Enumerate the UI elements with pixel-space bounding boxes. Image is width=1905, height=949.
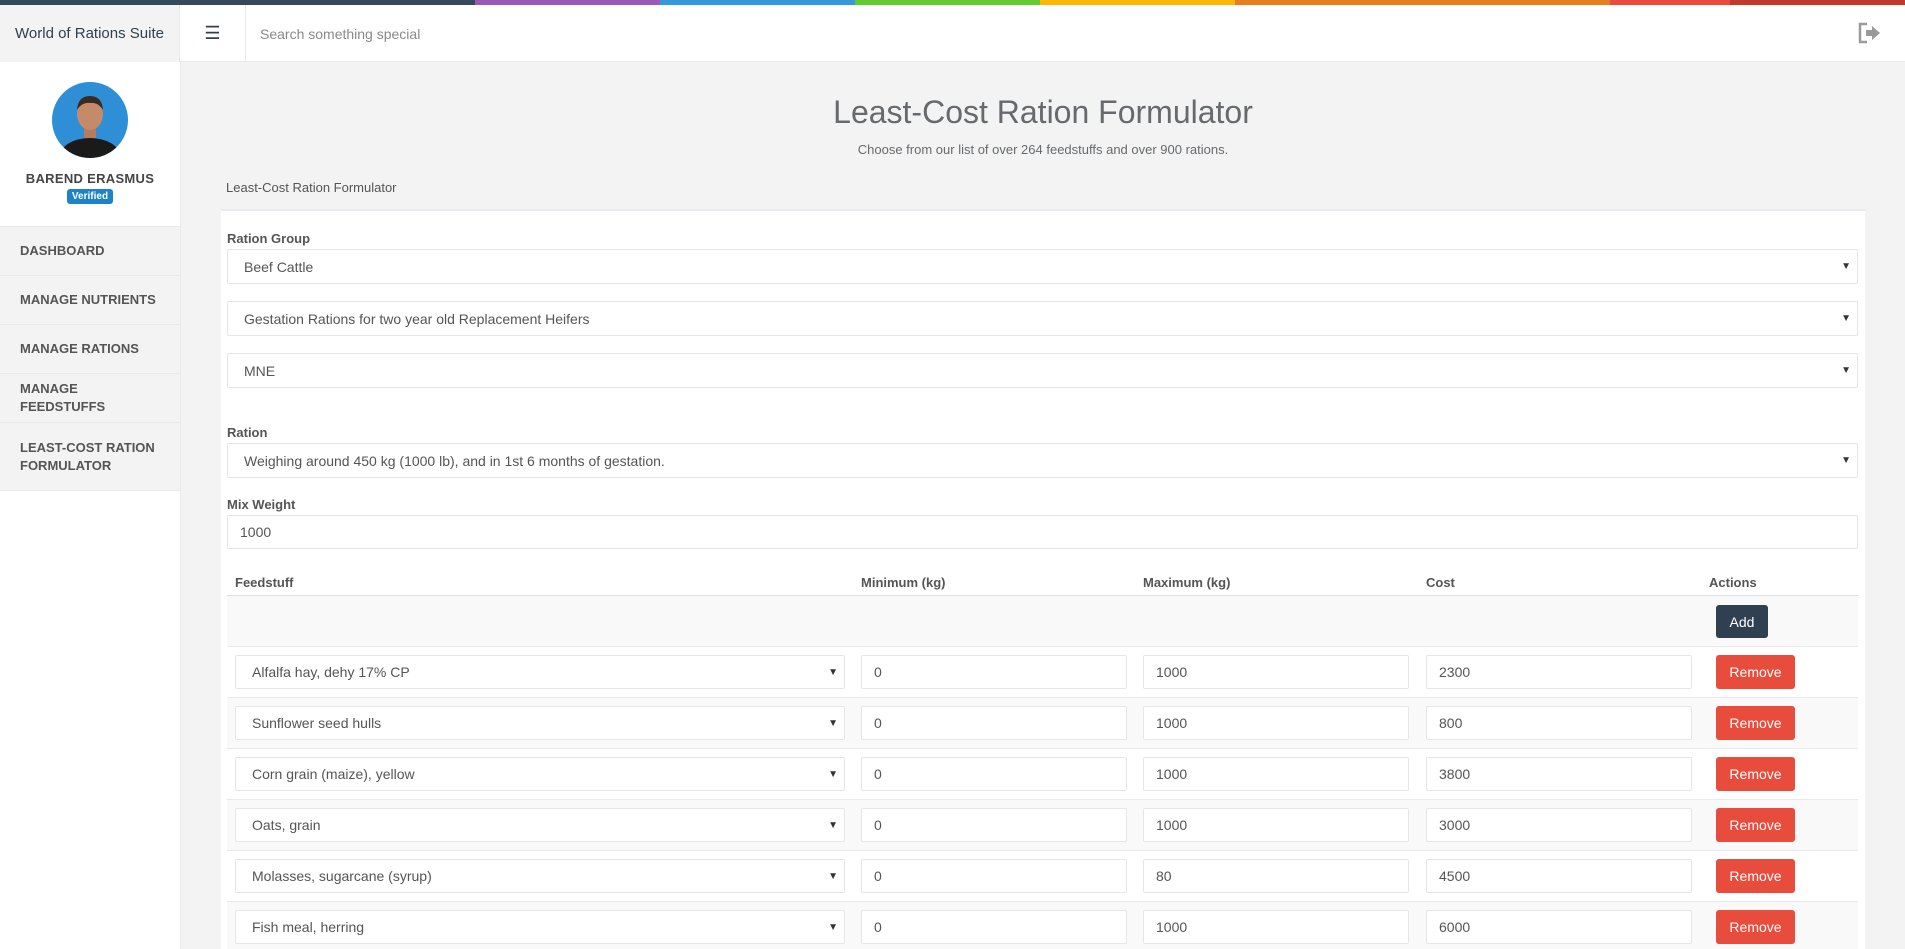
- ration-value: Weighing around 450 kg (1000 lb), and in…: [244, 452, 665, 469]
- add-button[interactable]: Add: [1716, 605, 1768, 638]
- col-header-actions: Actions: [1709, 575, 1757, 590]
- feedstuff-value: Corn grain (maize), yellow: [252, 766, 415, 782]
- caret-down-icon: ▼: [828, 769, 838, 780]
- feedstuff-select[interactable]: Molasses, sugarcane (syrup) ▼: [235, 859, 845, 893]
- feedstuff-select[interactable]: Alfalfa hay, dehy 17% CP ▼: [235, 655, 845, 689]
- maximum-input[interactable]: [1143, 757, 1409, 791]
- profile-block: BAREND ERASMUS Verified: [0, 62, 180, 227]
- caret-down-icon: ▼: [828, 667, 838, 678]
- main-content: Least-Cost Ration Formulator Choose from…: [181, 62, 1905, 949]
- ration-group-select[interactable]: Beef Cattle ▼: [227, 249, 1858, 284]
- feedstuff-select[interactable]: Oats, grain ▼: [235, 808, 845, 842]
- remove-button[interactable]: Remove: [1716, 757, 1795, 791]
- ration-label: Ration: [227, 425, 268, 440]
- col-header-minimum: Minimum (kg): [861, 575, 946, 590]
- col-header-feedstuff: Feedstuff: [235, 575, 294, 590]
- caret-down-icon: ▼: [1841, 313, 1851, 324]
- maximum-input[interactable]: [1143, 808, 1409, 842]
- maximum-input[interactable]: [1143, 859, 1409, 893]
- avatar[interactable]: [52, 82, 128, 158]
- table-row: Corn grain (maize), yellow ▼ Remove: [227, 749, 1858, 800]
- col-header-cost: Cost: [1426, 575, 1455, 590]
- hamburger-icon[interactable]: ☰: [180, 5, 246, 62]
- nav-item-manage-rations[interactable]: MANAGE RATIONS: [0, 325, 180, 374]
- caret-down-icon: ▼: [1841, 455, 1851, 466]
- cost-input[interactable]: [1426, 808, 1692, 842]
- minimum-input[interactable]: [861, 655, 1127, 689]
- cost-input[interactable]: [1426, 757, 1692, 791]
- sidebar: BAREND ERASMUS Verified DASHBOARD MANAGE…: [0, 62, 181, 949]
- verified-badge: Verified: [66, 189, 114, 204]
- nav-item-manage-nutrients[interactable]: MANAGE NUTRIENTS: [0, 276, 180, 325]
- profile-name: BAREND ERASMUS: [25, 171, 155, 186]
- remove-button[interactable]: Remove: [1716, 808, 1795, 842]
- remove-button[interactable]: Remove: [1716, 655, 1795, 689]
- nav-item-least-cost-formulator[interactable]: LEAST-COST RATION FORMULATOR: [0, 423, 180, 491]
- remove-button[interactable]: Remove: [1716, 706, 1795, 740]
- cost-input[interactable]: [1426, 655, 1692, 689]
- ration-subgroup-value: Gestation Rations for two year old Repla…: [244, 310, 590, 327]
- page-subtitle: Choose from our list of over 264 feedstu…: [857, 142, 1229, 157]
- caret-down-icon: ▼: [828, 871, 838, 882]
- minimum-input[interactable]: [861, 757, 1127, 791]
- ration-select[interactable]: Weighing around 450 kg (1000 lb), and in…: [227, 443, 1858, 478]
- cost-input[interactable]: [1426, 859, 1692, 893]
- minimum-input[interactable]: [861, 706, 1127, 740]
- unit-select[interactable]: MNE ▼: [227, 353, 1858, 388]
- search-input[interactable]: [260, 19, 1160, 49]
- maximum-input[interactable]: [1143, 655, 1409, 689]
- mix-weight-input[interactable]: [227, 515, 1858, 549]
- breadcrumb: Least-Cost Ration Formulator: [226, 180, 397, 195]
- caret-down-icon: ▼: [828, 820, 838, 831]
- caret-down-icon: ▼: [828, 922, 838, 933]
- caret-down-icon: ▼: [1841, 365, 1851, 376]
- feedstuff-value: Molasses, sugarcane (syrup): [252, 868, 432, 884]
- table-row: Molasses, sugarcane (syrup) ▼ Remove: [227, 851, 1858, 902]
- minimum-input[interactable]: [861, 910, 1127, 944]
- feedstuff-value: Alfalfa hay, dehy 17% CP: [252, 664, 410, 680]
- feedstuff-value: Oats, grain: [252, 817, 321, 833]
- minimum-input[interactable]: [861, 808, 1127, 842]
- table-row: Fish meal, herring ▼ Remove: [227, 902, 1858, 949]
- remove-button[interactable]: Remove: [1716, 859, 1795, 893]
- caret-down-icon: ▼: [1841, 261, 1851, 272]
- top-navbar: World of Rations Suite ☰: [0, 5, 1905, 62]
- maximum-input[interactable]: [1143, 910, 1409, 944]
- caret-down-icon: ▼: [828, 718, 838, 729]
- table-row: Alfalfa hay, dehy 17% CP ▼ Remove: [227, 647, 1858, 698]
- feedstuff-value: Sunflower seed hulls: [252, 715, 382, 731]
- table-row: Sunflower seed hulls ▼ Remove: [227, 698, 1858, 749]
- brand-title[interactable]: World of Rations Suite: [0, 5, 180, 62]
- nav-item-dashboard[interactable]: DASHBOARD: [0, 227, 180, 276]
- page-title: Least-Cost Ration Formulator: [833, 94, 1253, 130]
- feedstuff-select[interactable]: Sunflower seed hulls ▼: [235, 706, 845, 740]
- ration-group-value: Beef Cattle: [244, 258, 314, 275]
- sign-out-icon[interactable]: [1857, 21, 1883, 45]
- ration-group-label: Ration Group: [227, 231, 311, 246]
- formulator-panel: Ration Group Beef Cattle ▼ Gestation Rat…: [221, 209, 1865, 949]
- feedstuff-select[interactable]: Fish meal, herring ▼: [235, 910, 845, 944]
- unit-value: MNE: [244, 362, 276, 379]
- cost-input[interactable]: [1426, 910, 1692, 944]
- col-header-maximum: Maximum (kg): [1143, 575, 1231, 590]
- remove-button[interactable]: Remove: [1716, 910, 1795, 944]
- feedstuff-value: Fish meal, herring: [252, 919, 365, 935]
- table-row: Oats, grain ▼ Remove: [227, 800, 1858, 851]
- feedstuff-select[interactable]: Corn grain (maize), yellow ▼: [235, 757, 845, 791]
- minimum-input[interactable]: [861, 859, 1127, 893]
- nav-item-manage-feedstuffs[interactable]: MANAGE FEEDSTUFFS: [0, 374, 180, 423]
- cost-input[interactable]: [1426, 706, 1692, 740]
- maximum-input[interactable]: [1143, 706, 1409, 740]
- add-row: Add: [227, 596, 1858, 647]
- mix-weight-label: Mix Weight: [227, 497, 296, 512]
- ration-subgroup-select[interactable]: Gestation Rations for two year old Repla…: [227, 301, 1858, 336]
